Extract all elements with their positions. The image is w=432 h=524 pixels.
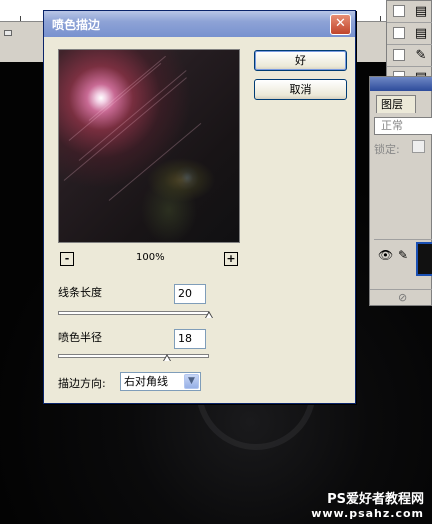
palette-row[interactable]: ✎ [387,45,432,67]
cancel-button[interactable]: 取消 [254,79,347,100]
lock-label: 锁定: [374,143,400,156]
tab-layers[interactable]: 图层 [376,95,416,113]
plus-icon: + [226,252,236,265]
stroke-direction-label: 描边方向: [58,377,106,390]
ok-button[interactable]: 好 [254,50,347,71]
visibility-checkbox[interactable] [393,49,405,61]
link-icon[interactable]: ⊘ [398,291,407,304]
document-icon: ▤ [414,26,428,41]
stroke-length-input[interactable]: 20 [174,284,206,304]
ruler-marker [4,30,12,36]
spray-radius-label: 喷色半径 [58,331,102,344]
palette-bottom-bar: ⊘ [370,289,432,307]
stroke-length-slider-thumb[interactable] [205,311,214,319]
layer-thumbnail[interactable] [416,242,432,276]
zoom-level: 100% [136,252,165,263]
close-icon: ✕ [335,16,346,31]
brush-icon: ✎ [398,248,409,262]
stroke-length-slider[interactable] [58,311,209,315]
layers-palette: 图层 正常 锁定: 👁 ✎ ⊘ [369,76,432,306]
spray-radius-slider-thumb[interactable] [162,354,172,362]
watermark-line2: www.psahz.com [311,507,424,520]
dialog-titlebar[interactable]: 喷色描边 ✕ [44,11,355,37]
visibility-checkbox[interactable] [393,27,405,39]
zoom-in-button[interactable]: + [224,252,238,266]
watermark-line1: PS爱好者教程网 [327,492,424,507]
stroke-direction-value: 右对角线 [124,375,168,388]
spray-radius-slider[interactable] [58,354,209,358]
spray-radius-input[interactable]: 18 [174,329,206,349]
palette-row[interactable]: ▤ [387,1,432,23]
stroke-length-label: 线条长度 [58,286,102,299]
watermark: PS爱好者教程网 www.psahz.com [311,488,424,520]
brush-icon: ✎ [415,48,427,63]
dialog-title: 喷色描边 [52,18,101,32]
lock-transparency-checkbox[interactable] [412,140,425,153]
spatter-stroke-dialog: 喷色描边 ✕ - 100% + 好 取消 线条长度 20 喷色半径 18 描边方… [43,10,356,404]
layers-palette-titlebar[interactable] [370,77,432,91]
chevron-down-icon[interactable]: ▼ [184,374,199,389]
zoom-out-button[interactable]: - [60,252,74,266]
layer-row[interactable]: 👁 ✎ [374,239,432,277]
minus-icon: - [64,252,70,265]
visibility-checkbox[interactable] [393,5,405,17]
blend-mode-select[interactable]: 正常 [374,117,432,135]
filter-preview[interactable] [58,49,240,243]
palette-row[interactable]: ▤ [387,23,432,45]
layers-icon: ▤ [414,4,428,19]
eye-icon[interactable]: 👁 [378,248,393,262]
stroke-direction-select[interactable]: 右对角线 ▼ [120,372,201,391]
close-button[interactable]: ✕ [330,14,351,35]
